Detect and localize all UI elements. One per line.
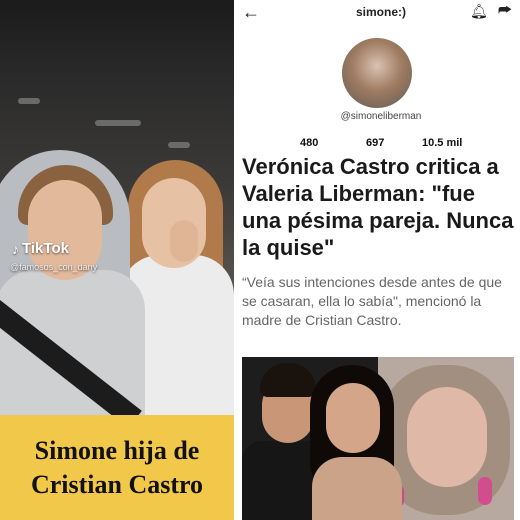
- roof-light: [168, 142, 190, 148]
- caption-banner: Simone hija de Cristian Castro: [0, 415, 234, 520]
- tiktok-handle: @famosos_con_dany: [10, 262, 98, 272]
- roof-light: [18, 98, 40, 104]
- bell-icon[interactable]: 🔔︎: [470, 3, 488, 20]
- profile-handle: @simoneliberman: [340, 111, 422, 122]
- article-photo: [242, 357, 514, 520]
- article-subtext: “Veía sus intenciones desde antes de que…: [242, 274, 502, 328]
- caption-line-2: Cristian Castro: [30, 469, 204, 499]
- stat-likes[interactable]: 10.5 mil: [422, 137, 462, 149]
- tiktok-logo-icon: ♪: [12, 240, 19, 257]
- tiktok-watermark: ♪ TikTok: [12, 240, 69, 257]
- left-panel: ♪ TikTok @famosos_con_dany Simone hija d…: [0, 0, 234, 520]
- photo-woman-face: [326, 383, 380, 453]
- article-headline: Verónica Castro critica a Valeria Liberm…: [242, 154, 514, 260]
- girl-right-hand: [170, 220, 198, 262]
- tiktok-label: TikTok: [22, 240, 69, 257]
- share-icon[interactable]: ⮫: [498, 2, 512, 19]
- panel-divider: [234, 0, 242, 520]
- photo-woman-body: [312, 457, 402, 520]
- car-selfie-photo: ♪ TikTok @famosos_con_dany: [0, 0, 234, 415]
- profile-stats: 480 697 10.5 mil: [242, 137, 520, 151]
- roof-light: [95, 120, 141, 126]
- right-panel: ← simone:) 🔔︎ ⮫ @simoneliberman 480 697 …: [242, 0, 520, 520]
- photo-woman-face: [407, 387, 487, 487]
- stat-following[interactable]: 480: [300, 137, 318, 149]
- caption-line-1: Simone hija de: [34, 435, 200, 465]
- photo-earring: [478, 477, 492, 505]
- photo-man-hair: [260, 363, 316, 397]
- stat-followers[interactable]: 697: [366, 137, 384, 149]
- profile-top-bar: ← simone:) 🔔︎ ⮫: [242, 0, 520, 26]
- profile-avatar[interactable]: [342, 38, 412, 108]
